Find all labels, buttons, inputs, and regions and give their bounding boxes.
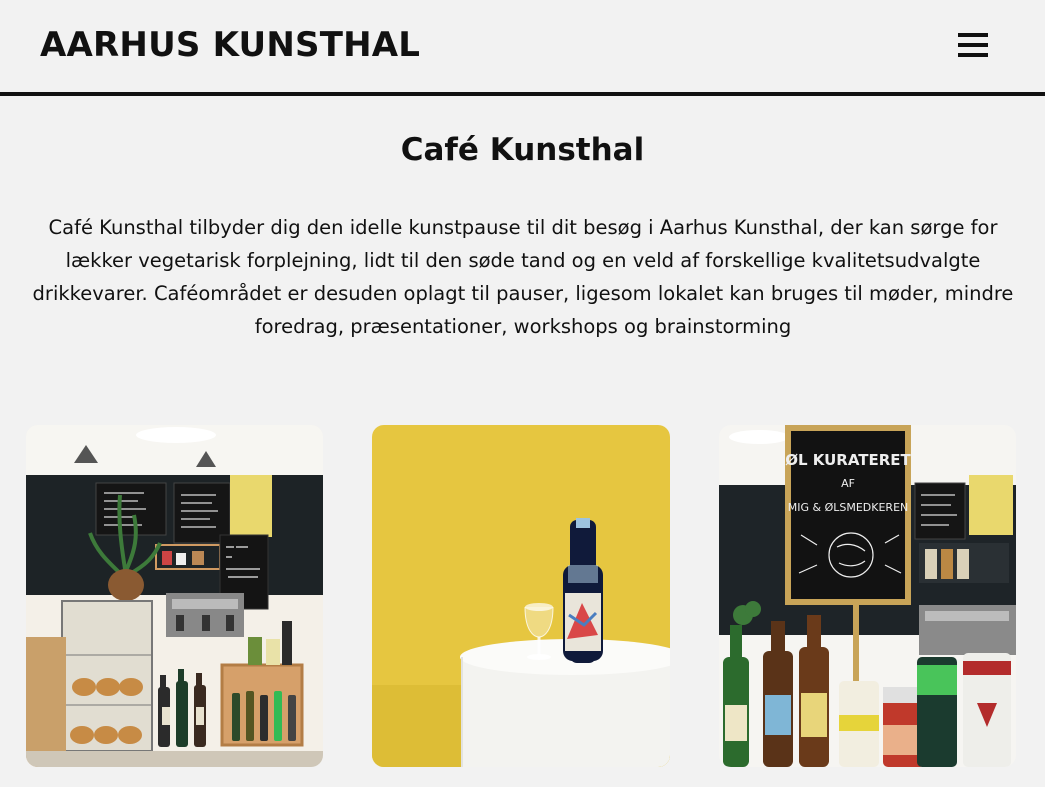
site-header: AARHUS KUNSTHAL bbox=[0, 0, 1045, 96]
cafe-counter-photo bbox=[26, 425, 323, 767]
hamburger-menu-icon[interactable] bbox=[954, 30, 994, 66]
menu-bar bbox=[958, 43, 988, 47]
beer-selection-photo: ØL KURATERET AF MIG & ØLSMEDKEREN bbox=[719, 425, 1016, 767]
menu-bar bbox=[958, 33, 988, 37]
board-line-3: MIG & ØLSMEDKEREN bbox=[788, 501, 909, 514]
menu-bar bbox=[958, 53, 988, 57]
board-line-2: AF bbox=[841, 477, 855, 490]
intro-paragraph: Café Kunsthal tilbyder dig den idelle ku… bbox=[32, 216, 1014, 338]
page-title: Café Kunsthal bbox=[400, 132, 645, 168]
board-line-1: ØL KURATERET bbox=[785, 451, 911, 469]
wine-bottle-photo bbox=[372, 425, 670, 767]
site-logo[interactable]: AARHUS KUNSTHAL bbox=[40, 25, 420, 65]
